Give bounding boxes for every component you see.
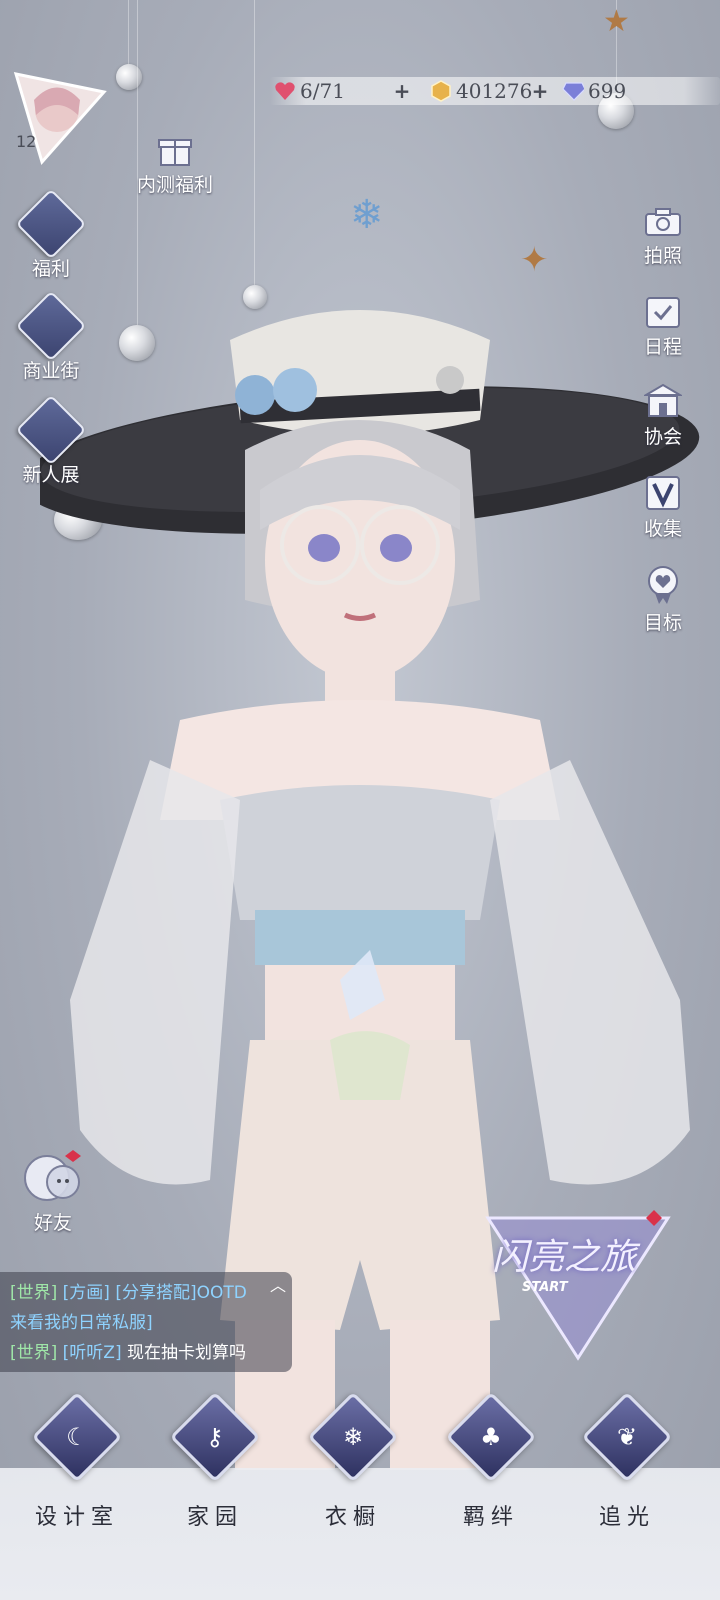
gold-display[interactable]: 401276 <box>430 77 532 105</box>
welfare-label: 福利 <box>31 258 70 280</box>
key-icon: ⚷ <box>169 1391 261 1483</box>
chat-message: 来看我的日常私服] <box>10 1308 292 1338</box>
nav-chase-light[interactable]: ❦ 追光 <box>572 1391 682 1531</box>
beta-reward-button[interactable]: 内测福利 <box>130 130 220 197</box>
v-badge-icon <box>618 474 708 512</box>
friends-bubble-icon <box>8 1148 98 1206</box>
currency-bar: 6/71 + 401276 + 699 <box>270 77 720 105</box>
chat-text: 现在抽卡划算吗 <box>127 1343 246 1363</box>
collection-label: 收集 <box>643 518 682 540</box>
add-gold-button[interactable]: + <box>530 81 550 101</box>
calendar-icon <box>618 292 708 330</box>
nav-label: 设计室 <box>34 1505 119 1530</box>
welfare-button[interactable]: 福利 <box>6 188 96 281</box>
hanging-string <box>128 0 129 70</box>
stamina-display[interactable]: 6/71 <box>274 77 345 105</box>
chat-text: [分享搭配]OOTD <box>115 1283 247 1303</box>
nav-label: 家园 <box>186 1505 243 1530</box>
stamina-value: 6/71 <box>300 79 345 103</box>
nav-label: 衣橱 <box>324 1505 381 1530</box>
snowflake-icon: ❄ <box>307 1391 399 1483</box>
shop-street-button[interactable]: 商业街 <box>6 290 96 383</box>
friends-label: 好友 <box>33 1212 72 1234</box>
player-avatar[interactable]: 12 <box>12 70 108 166</box>
gold-coin-icon <box>430 80 452 102</box>
chat-text: 来看我的日常私服] <box>10 1313 153 1333</box>
star-ornament-icon: ✦ <box>520 240 549 280</box>
goal-button[interactable]: 目标 <box>618 564 708 635</box>
chevron-up-icon[interactable]: ︿ <box>270 1272 286 1296</box>
beta-reward-label: 内测福利 <box>136 174 213 196</box>
newcomer-show-button[interactable]: 新人展 <box>6 394 96 487</box>
avatar-frame <box>13 72 107 166</box>
clover-icon: ♣ <box>445 1391 537 1483</box>
nav-home[interactable]: ⚷ 家园 <box>160 1391 270 1531</box>
trophy-v-icon <box>15 394 87 466</box>
moon-icon: ☾ <box>31 1391 123 1483</box>
photo-label: 拍照 <box>643 245 682 267</box>
collection-button[interactable]: 收集 <box>618 474 708 541</box>
diamond-icon <box>562 80 584 102</box>
diamond-display[interactable]: 699 <box>562 77 626 105</box>
goal-label: 目标 <box>643 612 682 634</box>
snowflake-ornament-icon: ❄ <box>350 192 384 238</box>
guild-label: 协会 <box>643 426 682 448</box>
shop-street-label: 商业街 <box>22 360 80 382</box>
newcomer-show-label: 新人展 <box>22 464 80 486</box>
hanging-string <box>254 0 255 285</box>
player-level: 12 <box>16 132 37 151</box>
event-title: 闪亮之旅 <box>492 1237 637 1278</box>
building-icon <box>618 382 708 420</box>
friends-button[interactable]: 好友 <box>8 1148 98 1235</box>
flash-journey-event-button[interactable]: 闪亮之旅 START <box>478 1208 678 1368</box>
nav-label: 追光 <box>598 1505 655 1530</box>
photo-button[interactable]: 拍照 <box>618 205 708 268</box>
diamond-value: 699 <box>588 79 627 103</box>
camera-icon <box>618 205 708 239</box>
chat-message: [世界] [听听Z] 现在抽卡划算吗 <box>10 1338 292 1368</box>
butterfly-icon: ❦ <box>581 1391 673 1483</box>
chat-channel: [世界] <box>10 1343 58 1363</box>
chat-channel: [世界] <box>10 1283 58 1303</box>
nav-label: 羁绊 <box>462 1505 519 1530</box>
nav-design-studio[interactable]: ☾ 设计室 <box>22 1391 132 1531</box>
heart-gem-icon <box>274 80 296 102</box>
gift-icon <box>130 130 220 168</box>
event-subtitle: START <box>522 1280 568 1295</box>
heart-medal-icon <box>618 564 708 606</box>
pearl-ornament <box>116 64 142 90</box>
nav-wardrobe[interactable]: ❄ 衣橱 <box>298 1391 408 1531</box>
chat-user[interactable]: [听听Z] <box>63 1343 122 1363</box>
schedule-button[interactable]: 日程 <box>618 292 708 359</box>
star-ornament-icon: ★ <box>603 4 630 39</box>
add-stamina-button[interactable]: + <box>392 81 412 101</box>
chat-message: [世界] [方画] [分享搭配]OOTD <box>10 1278 292 1308</box>
world-chat-panel[interactable]: ︿ [世界] [方画] [分享搭配]OOTD 来看我的日常私服] [世界] [听… <box>0 1272 292 1372</box>
schedule-label: 日程 <box>643 336 682 358</box>
nav-bond[interactable]: ♣ 羁绊 <box>436 1391 546 1531</box>
chat-user[interactable]: [方画] <box>63 1283 110 1303</box>
guild-button[interactable]: 协会 <box>618 382 708 449</box>
shopping-bag-icon <box>15 290 87 362</box>
gold-value: 401276 <box>456 79 533 103</box>
hot-air-balloon-icon <box>15 188 87 260</box>
